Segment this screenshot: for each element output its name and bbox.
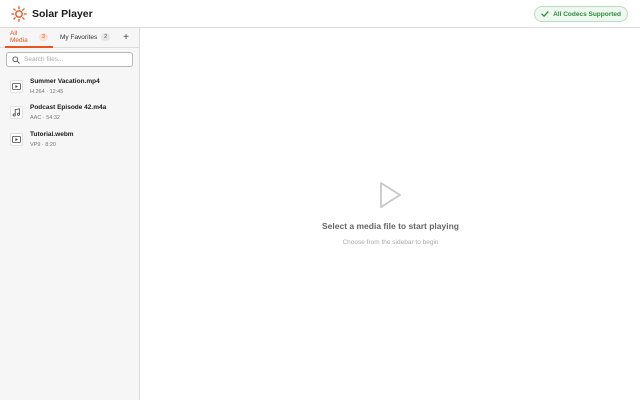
file-meta: H.264 · 12:45 (30, 88, 64, 95)
search-icon (12, 55, 20, 64)
player-area: Select a media file to start playing Cho… (141, 28, 640, 400)
video-icon (10, 79, 23, 93)
file-list: Summer Vacation.mp4 H.264 · 12:45 Podcas… (0, 73, 139, 153)
app-header: Solar Player All Codecs Supported (0, 0, 640, 28)
sidebar: All Media 3 My Favorites 2 + Search file… (0, 28, 140, 400)
file-name: Tutorial.webm (30, 130, 74, 138)
empty-state-subtitle: Choose from the sidebar to begin (342, 239, 439, 246)
empty-state-title: Select a media file to start playing (322, 221, 459, 231)
file-list-item[interactable]: Summer Vacation.mp4 H.264 · 12:45 (0, 73, 139, 100)
tab-label: My Favorites (60, 33, 98, 41)
file-meta: AAC · 54:32 (30, 115, 60, 122)
music-note-icon (10, 106, 23, 120)
search-input[interactable] (24, 56, 129, 63)
add-tab-button[interactable]: + (121, 33, 131, 43)
file-list-item[interactable]: Tutorial.webm VP9 · 8:20 (0, 126, 139, 153)
codec-status-label: All Codecs Supported (553, 10, 621, 18)
app-title: Solar Player (32, 7, 93, 20)
tab-all-media[interactable]: All Media 3 (5, 27, 53, 48)
tab-count-badge: 3 (39, 33, 48, 41)
tab-bar: All Media 3 My Favorites 2 + (0, 28, 139, 48)
file-name: Podcast Episode 42.m4a (30, 104, 107, 112)
file-meta: VP9 · 8:20 (30, 141, 56, 148)
tab-my-favorites[interactable]: My Favorites 2 (55, 27, 115, 47)
tab-label: All Media (10, 30, 28, 44)
codec-status-badge: All Codecs Supported (534, 6, 628, 22)
file-name: Summer Vacation.mp4 (30, 77, 100, 85)
video-icon (10, 132, 23, 146)
check-icon (540, 10, 549, 19)
file-list-item[interactable]: Podcast Episode 42.m4a AAC · 54:32 (0, 100, 139, 127)
tab-count-badge: 2 (101, 33, 111, 41)
search-box[interactable] (6, 52, 133, 67)
sun-icon (10, 5, 28, 23)
play-icon (377, 180, 403, 210)
